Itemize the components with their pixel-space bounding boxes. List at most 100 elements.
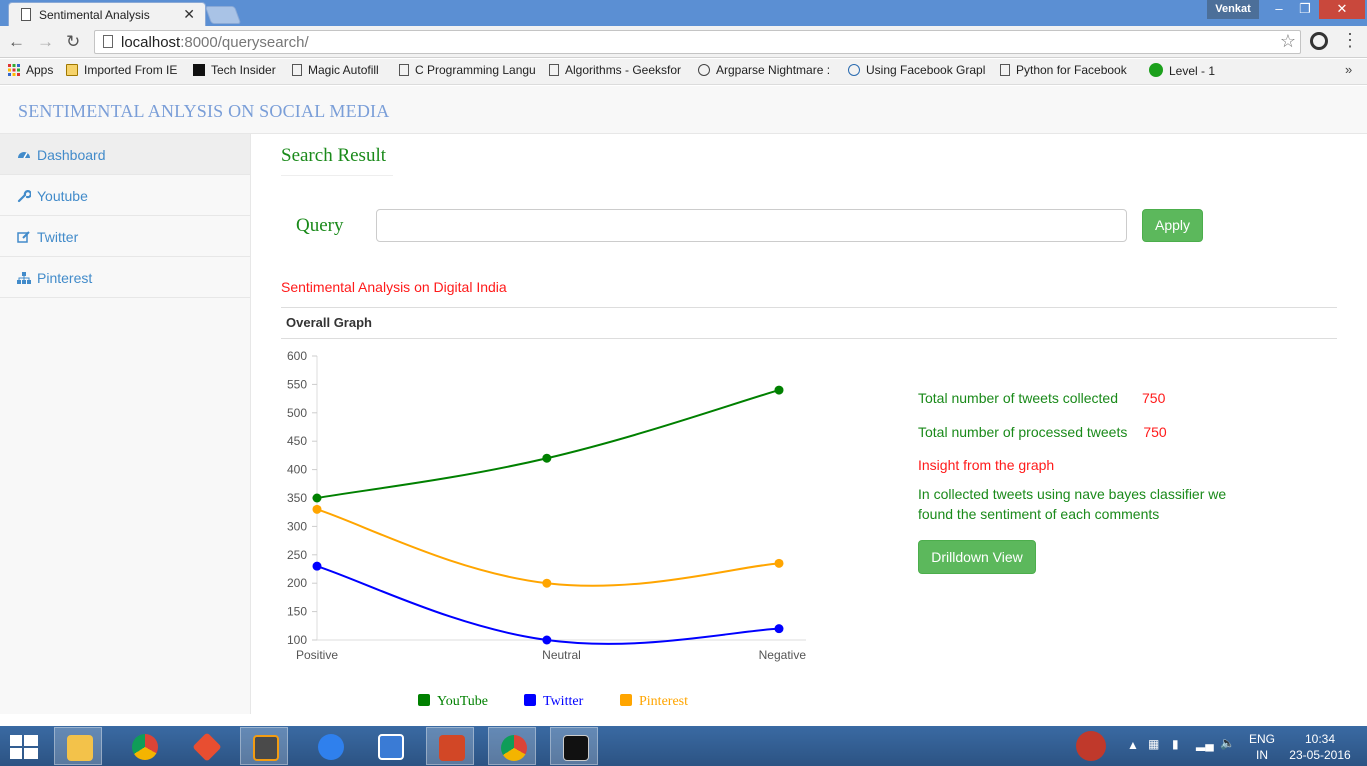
system-clock[interactable]: 10:34 23-05-2016 [1288, 731, 1352, 763]
sidebar-item-pinterest[interactable]: Pinterest [0, 257, 250, 298]
bookmark-apps[interactable]: Apps [8, 63, 53, 77]
browser-tab[interactable]: Sentimental Analysis ✕ [8, 2, 206, 26]
legend-item-youtube[interactable]: YouTube [418, 694, 488, 710]
command-prompt-icon [563, 735, 589, 761]
taskbar-chrome[interactable] [120, 727, 168, 765]
taskbar-sublime[interactable] [240, 727, 288, 765]
drilldown-button[interactable]: Drilldown View [918, 540, 1036, 574]
data-point-pinterest [774, 558, 784, 568]
battery-icon[interactable]: ▮ [1172, 737, 1179, 751]
launcher-icon [318, 734, 344, 760]
folder-icon [67, 735, 93, 761]
taskbar-powerpoint[interactable] [426, 727, 474, 765]
divider [281, 307, 1337, 308]
data-point-youtube [542, 453, 552, 463]
tab-title: Sentimental Analysis [39, 8, 150, 22]
overall-line-chart: 100 150 200 250 300 350 400 450 500 550 600 Positiv… [287, 349, 806, 662]
bookmark-imported[interactable]: Imported From IE [66, 63, 177, 77]
powerpoint-icon [439, 735, 465, 761]
folder-icon [66, 64, 78, 76]
more-bookmarks-icon[interactable]: » [1345, 62, 1352, 77]
stat-tweets-collected: Total number of tweets collected 750 [918, 390, 1166, 406]
y-tick-label: 500 [287, 406, 307, 420]
menu-icon[interactable]: ⋮ [1341, 30, 1359, 51]
x-tick-label: Neutral [542, 648, 581, 662]
ti-logo-icon [193, 64, 205, 76]
data-point-twitter [542, 635, 552, 645]
bookmark-argparse[interactable]: Argparse Nightmare : [698, 63, 830, 77]
bookmark-tech-insider[interactable]: Tech Insider [193, 63, 276, 77]
bookmark-algorithms[interactable]: Algorithms - Geeksfor [549, 63, 681, 77]
bookmark-level-1[interactable]: Level - 1 [1149, 63, 1215, 78]
extension-icon[interactable] [1310, 32, 1328, 50]
data-point-youtube [774, 385, 784, 395]
page-icon [21, 8, 31, 21]
page-icon [103, 35, 113, 48]
data-point-pinterest [312, 504, 322, 514]
bookmark-python-facebook[interactable]: Python for Facebook [1000, 63, 1127, 77]
reddit-icon [698, 64, 710, 76]
app-tray-icon[interactable] [1076, 731, 1106, 761]
series-line-pinterest [316, 508, 780, 587]
taskbar-chrome-active[interactable] [488, 727, 536, 765]
taskbar-cmd[interactable] [550, 727, 598, 765]
data-point-twitter [774, 624, 784, 634]
sidebar-item-dashboard[interactable]: Dashboard [0, 134, 250, 175]
page-icon [1000, 64, 1010, 76]
y-tick-label: 450 [287, 434, 307, 448]
cloud-icon [848, 64, 860, 76]
minimize-button[interactable]: ‒ [1266, 0, 1292, 19]
volume-icon[interactable]: 🔈 [1220, 736, 1235, 750]
graph-title: Overall Graph [286, 315, 372, 330]
legend-item-twitter[interactable]: Twitter [524, 694, 583, 710]
brand-title[interactable]: SENTIMENTAL ANLYSIS ON SOCIAL MEDIA [18, 101, 389, 122]
network-icon[interactable]: ▦ [1148, 737, 1159, 751]
tray-expand-icon[interactable]: ▲ [1127, 738, 1139, 752]
apps-grid-icon [8, 64, 20, 76]
data-point-pinterest [542, 578, 552, 588]
url-text: localhost:8000/querysearch/ [121, 34, 309, 51]
window-close-button[interactable]: ✕ [1319, 0, 1365, 19]
y-tick-label: 100 [287, 633, 307, 647]
legend-swatch-twitter [524, 694, 536, 706]
windows-start-icon[interactable] [10, 735, 38, 759]
query-label: Query [296, 215, 344, 236]
signal-icon[interactable]: ▂▄ [1196, 737, 1214, 751]
bookmark-star-icon[interactable]: ☆ [1280, 31, 1296, 52]
y-tick-label: 150 [287, 605, 307, 619]
insight-title: Insight from the graph [918, 457, 1055, 473]
sitemap-icon [17, 272, 31, 284]
page-icon [399, 64, 409, 76]
profile-button[interactable]: Venkat [1207, 0, 1259, 19]
sidebar-item-youtube[interactable]: Youtube [0, 175, 250, 216]
restore-button[interactable]: ❐ [1292, 0, 1318, 19]
infinity-icon [378, 734, 404, 760]
bookmark-facebook-graph[interactable]: Using Facebook Grapl [848, 63, 985, 77]
address-bar[interactable]: localhost:8000/querysearch/ ☆ [94, 30, 1301, 54]
apply-button[interactable]: Apply [1142, 209, 1203, 242]
sidebar-item-twitter[interactable]: Twitter [0, 216, 250, 257]
forward-arrow-icon[interactable]: → [37, 32, 54, 52]
chrome-icon [501, 735, 527, 761]
query-input[interactable] [376, 209, 1127, 242]
back-arrow-icon[interactable]: ← [8, 32, 25, 52]
taskbar-launcher[interactable] [306, 727, 354, 765]
taskbar-git[interactable] [182, 727, 230, 765]
divider [281, 338, 1337, 339]
y-tick-label: 400 [287, 463, 307, 477]
taskbar-infinity[interactable] [366, 727, 414, 765]
reload-icon[interactable]: ↻ [66, 32, 80, 52]
legend-swatch-pinterest [620, 694, 632, 706]
close-tab-icon[interactable]: ✕ [183, 6, 195, 23]
chrome-icon [132, 734, 158, 760]
green-circle-icon [1149, 63, 1163, 77]
series-line-youtube [316, 389, 780, 499]
stat-tweets-processed: Total number of processed tweets 750 [918, 424, 1167, 440]
taskbar-file-explorer[interactable] [54, 727, 102, 765]
language-indicator[interactable]: ENG IN [1249, 731, 1275, 763]
page-title: Search Result [281, 145, 393, 176]
bookmark-magic-autofill[interactable]: Magic Autofill [292, 63, 379, 77]
legend-item-pinterest[interactable]: Pinterest [620, 694, 688, 710]
new-tab-button[interactable] [204, 6, 242, 24]
bookmark-c-programming[interactable]: C Programming Langu [399, 63, 536, 77]
